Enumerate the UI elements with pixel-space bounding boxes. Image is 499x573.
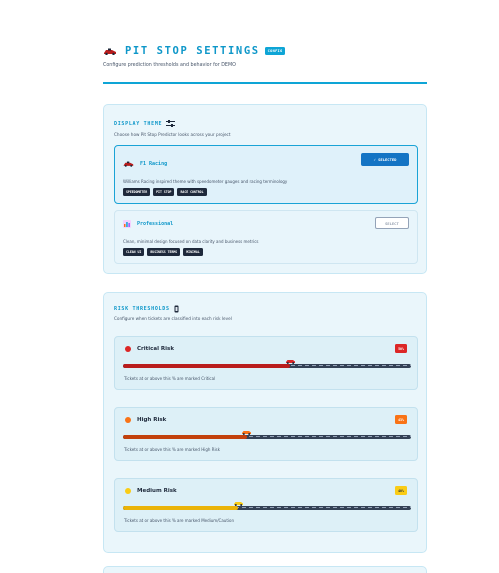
professional-name: Professional	[137, 221, 174, 227]
risk-help-text: Tickets at or above this % are marked Cr…	[124, 376, 216, 381]
gauge-icon	[174, 305, 179, 313]
race-car-icon	[104, 48, 116, 55]
title-row: PIT STOP SETTINGS CONFIG	[103, 44, 427, 58]
risk-thresholds-card: RISK THRESHOLDS Configure when tickets a…	[103, 292, 427, 553]
slider-handle-car-icon[interactable]	[241, 429, 252, 435]
risk-dot-icon	[125, 417, 131, 423]
risk-slider-fill	[123, 364, 291, 368]
professional-description: Clean, minimal design focused on data cl…	[123, 239, 259, 244]
risk-label: Medium Risk	[125, 488, 177, 494]
risk-slider-track[interactable]	[123, 506, 411, 510]
risk-help-text: Tickets at or above this % are marked Hi…	[124, 447, 220, 452]
risk-slider-fill	[123, 435, 247, 439]
professional-chips: CLEAN UI BUSINESS TERMS MINIMAL	[123, 248, 203, 256]
f1-racing-selected-button[interactable]: ✓ SELECTED	[361, 153, 409, 166]
theme-option-f1-racing[interactable]: F1 Racing ✓ SELECTED Williams Racing ins…	[114, 145, 418, 204]
f1-racing-name: F1 Racing	[140, 160, 168, 167]
risk-thresholds-description: Configure when tickets are classified in…	[114, 316, 232, 321]
risk-thresholds-title: RISK THRESHOLDS	[114, 306, 170, 312]
risk-thresholds-heading: RISK THRESHOLDS	[114, 305, 179, 313]
chip-race-control: RACE CONTROL	[177, 188, 207, 196]
page-subtitle: Configure prediction thresholds and beha…	[103, 63, 236, 68]
risk-dot-icon	[125, 346, 131, 352]
f1-racing-head: F1 Racing	[123, 160, 167, 167]
next-settings-card	[103, 566, 427, 573]
risk-name: Medium Risk	[137, 488, 177, 494]
f1-racing-chips: SPEEDOMETER PIT STOP RACE CONTROL	[123, 188, 207, 196]
professional-head: Professional	[123, 220, 173, 228]
sliders-icon	[166, 120, 176, 127]
professional-select-button[interactable]: SELECT	[375, 217, 409, 229]
risk-percent-badge: 50%	[395, 344, 407, 353]
chip-clean-ui: CLEAN UI	[123, 248, 145, 256]
risk-item-medium-risk: Medium Risk 40% Tickets at or above this %…	[114, 478, 418, 532]
chip-business-terms: BUSINESS TERMS	[147, 248, 181, 256]
risk-label: High Risk	[125, 417, 166, 423]
config-badge: CONFIG	[264, 47, 286, 55]
risk-slider-fill	[123, 506, 239, 510]
header-divider	[103, 82, 427, 84]
risk-name: Critical Risk	[137, 346, 174, 352]
risk-dot-icon	[125, 488, 131, 494]
risk-percent-badge: 40%	[395, 486, 407, 495]
bar-chart-icon	[123, 220, 131, 228]
page-title: PIT STOP SETTINGS	[125, 45, 260, 57]
chip-minimal: MINIMAL	[183, 248, 203, 256]
slider-handle-car-icon[interactable]	[285, 358, 296, 364]
risk-name: High Risk	[137, 417, 167, 423]
chip-speedometer: SPEEDOMETER	[123, 188, 151, 196]
display-theme-title: DISPLAY THEME	[114, 120, 163, 127]
display-theme-description: Choose how Pit Stop Predictor looks acro…	[114, 132, 231, 137]
race-car-icon	[123, 161, 134, 167]
risk-label: Critical Risk	[125, 346, 174, 352]
risk-item-critical-risk: Critical Risk 50% Tickets at or above this…	[114, 336, 418, 390]
risk-item-high-risk: High Risk 43% Tickets at or above this % a…	[114, 407, 418, 461]
risk-help-text: Tickets at or above this % are marked Me…	[124, 518, 234, 523]
risk-slider-track[interactable]	[123, 364, 411, 368]
theme-option-professional[interactable]: Professional SELECT Clean, minimal desig…	[114, 210, 418, 264]
display-theme-heading: DISPLAY THEME	[114, 120, 176, 127]
slider-handle-car-icon[interactable]	[233, 500, 244, 506]
risk-percent-badge: 43%	[395, 415, 407, 424]
chip-pit-stop: PIT STOP	[153, 188, 175, 196]
f1-racing-description: Williams Racing inspired theme with spee…	[123, 179, 288, 184]
display-theme-card: DISPLAY THEME Choose how Pit Stop Predic…	[103, 104, 427, 274]
risk-slider-track[interactable]	[123, 435, 411, 439]
page-header: PIT STOP SETTINGS CONFIG Configure predi…	[103, 44, 427, 68]
